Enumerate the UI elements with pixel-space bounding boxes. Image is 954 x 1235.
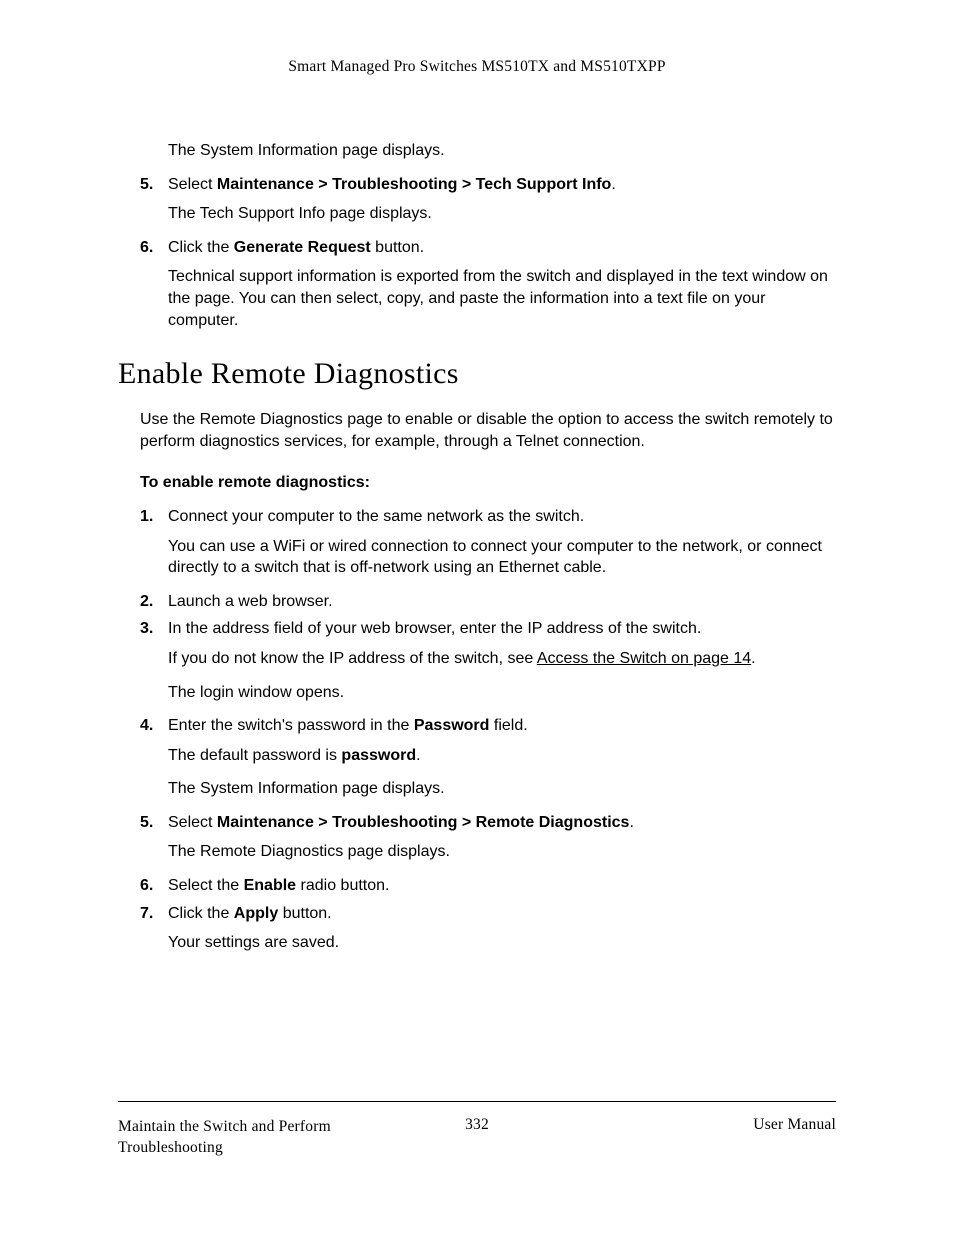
step-number: 5. [140,174,168,196]
step-subtext: The System Information page displays. [168,778,836,800]
step-subtext: The login window opens. [168,682,836,704]
step-body: Select Maintenance > Troubleshooting > T… [168,174,836,196]
step-2: 2. Launch a web browser. [140,591,836,613]
step-body: In the address field of your web browser… [168,618,836,640]
step-number: 3. [140,618,168,640]
step-5: 5. Select Maintenance > Troubleshooting … [140,812,836,834]
step-5-tech-support: 5. Select Maintenance > Troubleshooting … [140,174,836,196]
step-subtext: Technical support information is exporte… [168,266,836,331]
footer-page-number: 332 [378,1116,576,1134]
text: Click the [168,905,234,922]
step-number: 1. [140,506,168,528]
section-heading: Enable Remote Diagnostics [118,357,836,391]
radio-name: Enable [244,877,296,894]
text: . [751,650,755,667]
text: Select [168,814,217,831]
step-body: Select Maintenance > Troubleshooting > R… [168,812,836,834]
step-body: Click the Generate Request button. [168,237,836,259]
continuation-text: The System Information page displays. [168,140,836,162]
step-number: 5. [140,812,168,834]
text: radio button. [296,877,389,894]
menu-path: Maintenance > Troubleshooting > Remote D… [217,814,630,831]
step-number: 6. [140,875,168,897]
step-subtext: The default password is password. [168,745,836,767]
step-6: 6. Select the Enable radio button. [140,875,836,897]
page-header: Smart Managed Pro Switches MS510TX and M… [118,58,836,76]
step-number: 2. [140,591,168,613]
step-subtext: If you do not know the IP address of the… [168,648,836,670]
step-body: Connect your computer to the same networ… [168,506,836,528]
text: Select the [168,877,244,894]
field-name: Password [414,717,490,734]
step-number: 6. [140,237,168,259]
text: . [629,814,633,831]
text: If you do not know the IP address of the… [168,650,537,667]
text: The default password is [168,747,341,764]
menu-path: Maintenance > Troubleshooting > Tech Sup… [217,176,611,193]
text: To enable remote diagnostics: [140,474,370,491]
text: Select [168,176,217,193]
cross-reference-link[interactable]: Access the Switch on page 14 [537,650,751,667]
section-intro: Use the Remote Diagnostics page to enabl… [140,409,836,452]
step-body: Click the Apply button. [168,903,836,925]
page-content: The System Information page displays. 5.… [118,140,836,954]
step-6-generate-request: 6. Click the Generate Request button. [140,237,836,259]
procedure-title: To enable remote diagnostics: [140,472,836,494]
footer-doc-title: User Manual [576,1116,836,1134]
text: button. [278,905,331,922]
text: . [611,176,615,193]
text: field. [489,717,527,734]
step-7: 7. Click the Apply button. [140,903,836,925]
step-number: 7. [140,903,168,925]
page-footer: Maintain the Switch and Perform Troubles… [118,1101,836,1159]
default-password: password [341,747,416,764]
step-body: Launch a web browser. [168,591,836,613]
text: Click the [168,239,234,256]
step-1: 1. Connect your computer to the same net… [140,506,836,528]
text: . [416,747,420,764]
step-body: Select the Enable radio button. [168,875,836,897]
button-name: Apply [234,905,278,922]
step-4: 4. Enter the switch's password in the Pa… [140,715,836,737]
step-subtext: The Remote Diagnostics page displays. [168,841,836,863]
footer-chapter: Maintain the Switch and Perform Troubles… [118,1116,378,1159]
button-name: Generate Request [234,239,371,256]
text: button. [371,239,424,256]
step-subtext: You can use a WiFi or wired connection t… [168,536,836,579]
step-3: 3. In the address field of your web brow… [140,618,836,640]
step-subtext: Your settings are saved. [168,932,836,954]
step-body: Enter the switch's password in the Passw… [168,715,836,737]
step-subtext: The Tech Support Info page displays. [168,203,836,225]
step-number: 4. [140,715,168,737]
text: Enter the switch's password in the [168,717,414,734]
